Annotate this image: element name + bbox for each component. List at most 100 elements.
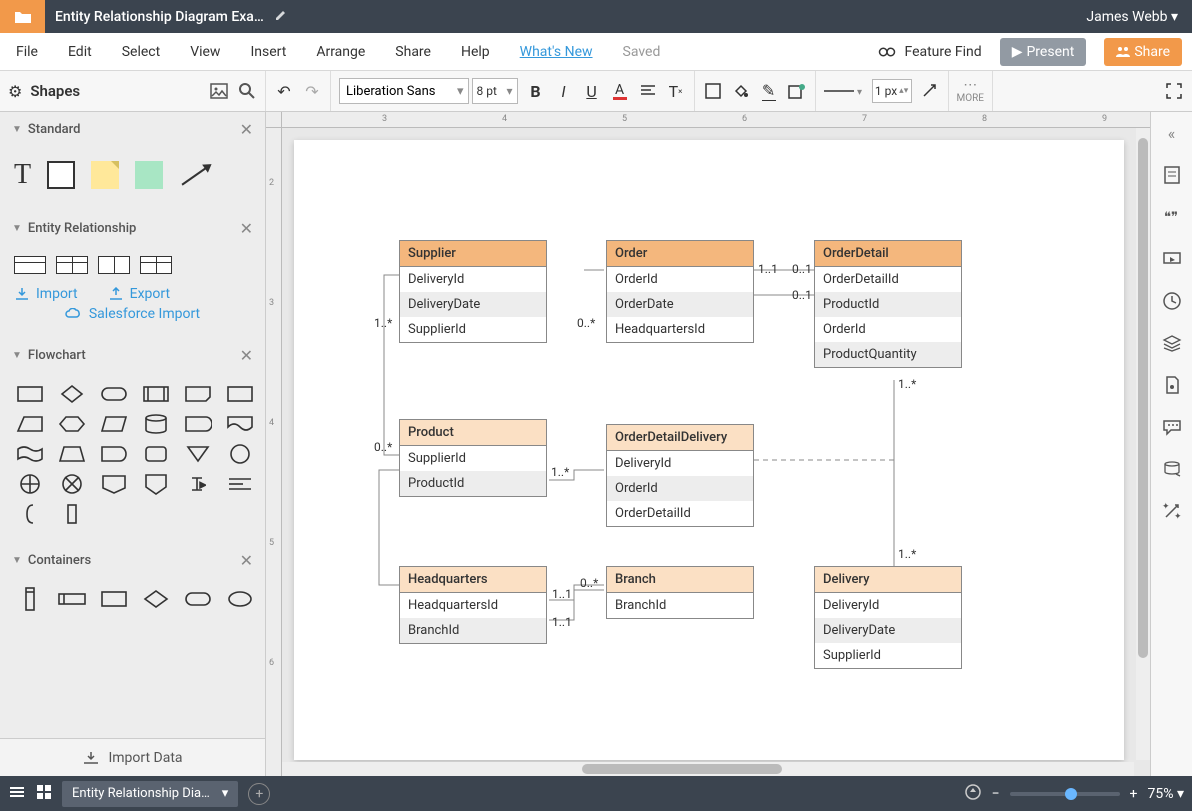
arrow-shape[interactable]: [182, 164, 211, 185]
fc-shape[interactable]: [14, 473, 46, 495]
container-shape[interactable]: [224, 588, 256, 610]
clear-format-icon[interactable]: T×: [666, 81, 686, 101]
category-standard[interactable]: ▼Standard✕: [0, 112, 265, 147]
menu-file[interactable]: File: [10, 40, 44, 64]
salesforce-import-link[interactable]: Salesforce Import: [65, 306, 200, 322]
zoom-in-button[interactable]: +: [1130, 786, 1138, 802]
entity-delivery[interactable]: Delivery DeliveryId DeliveryDate Supplie…: [814, 566, 962, 669]
fc-shape[interactable]: [140, 443, 172, 465]
underline-icon[interactable]: U: [582, 81, 602, 101]
text-shape[interactable]: T: [14, 159, 31, 191]
italic-icon[interactable]: I: [554, 81, 574, 101]
text-color-icon[interactable]: A: [610, 81, 630, 101]
present-button[interactable]: ▶ Present: [1000, 38, 1087, 66]
image-icon[interactable]: [209, 81, 229, 101]
more-button[interactable]: ⋯MORE: [957, 78, 984, 104]
menu-share[interactable]: Share: [389, 40, 437, 64]
notes-icon[interactable]: [1161, 164, 1183, 186]
collapse-icon[interactable]: «: [1161, 122, 1183, 144]
fc-shape[interactable]: [98, 383, 130, 405]
container-shape[interactable]: [14, 588, 46, 610]
fc-shape[interactable]: [98, 473, 130, 495]
menu-help[interactable]: Help: [455, 40, 496, 64]
container-shape[interactable]: [140, 588, 172, 610]
search-icon[interactable]: [237, 81, 257, 101]
menu-arrange[interactable]: Arrange: [310, 40, 371, 64]
data-icon[interactable]: [1161, 458, 1183, 480]
fc-shape[interactable]: [56, 413, 88, 435]
bold-icon[interactable]: B: [526, 81, 546, 101]
page-tab[interactable]: Entity Relationship Dia…▾: [62, 781, 238, 807]
gear-icon[interactable]: ⚙: [8, 82, 22, 101]
fc-shape[interactable]: [56, 383, 88, 405]
fc-shape[interactable]: [98, 443, 130, 465]
share-button[interactable]: Share: [1104, 38, 1182, 66]
autosave-icon[interactable]: [964, 783, 982, 805]
menu-edit[interactable]: Edit: [62, 40, 98, 64]
zoom-level[interactable]: 75% ▾: [1148, 786, 1185, 802]
export-link[interactable]: Export: [108, 286, 170, 302]
menu-whatsnew[interactable]: What's New: [514, 40, 599, 64]
page-icon[interactable]: [1161, 374, 1183, 396]
entity-product[interactable]: Product SupplierId ProductId: [399, 419, 547, 497]
fc-shape[interactable]: [14, 413, 46, 435]
close-icon[interactable]: ✕: [240, 219, 253, 238]
category-entity-relationship[interactable]: ▼Entity Relationship✕: [0, 211, 265, 246]
er-shape-2[interactable]: [56, 256, 88, 274]
rectangle-shape[interactable]: [47, 161, 75, 189]
fc-shape[interactable]: [140, 473, 172, 495]
close-icon[interactable]: ✕: [240, 346, 253, 365]
entity-orderdetail[interactable]: OrderDetail OrderDetailId ProductId Orde…: [814, 240, 962, 368]
er-shape-4[interactable]: [140, 256, 172, 274]
entity-order[interactable]: Order OrderId OrderDate HeadquartersId: [606, 240, 754, 343]
add-page-button[interactable]: +: [248, 783, 270, 805]
presentation-icon[interactable]: [1161, 248, 1183, 270]
folder-icon[interactable]: [0, 0, 45, 33]
chat-icon[interactable]: [1161, 416, 1183, 438]
fc-shape[interactable]: [56, 443, 88, 465]
entity-orderdetaildelivery[interactable]: OrderDetailDelivery DeliveryId OrderId O…: [606, 424, 754, 527]
menu-insert[interactable]: Insert: [244, 40, 292, 64]
feature-find[interactable]: Feature Find: [878, 44, 981, 60]
fc-shape[interactable]: [224, 443, 256, 465]
grid-view-icon[interactable]: [36, 784, 52, 804]
fill-icon[interactable]: [731, 81, 751, 101]
line-arrow-icon[interactable]: [920, 81, 940, 101]
container-shape[interactable]: [56, 588, 88, 610]
note-shape[interactable]: [91, 161, 119, 189]
font-size[interactable]: 8 pt▾: [472, 78, 518, 104]
fc-shape[interactable]: [14, 443, 46, 465]
font-select[interactable]: [339, 78, 469, 104]
undo-icon[interactable]: ↶: [274, 81, 294, 101]
container-shape[interactable]: [98, 588, 130, 610]
entity-supplier[interactable]: Supplier DeliveryId DeliveryDate Supplie…: [399, 240, 547, 343]
menu-view[interactable]: View: [184, 40, 226, 64]
comment-icon[interactable]: ❝❞: [1161, 206, 1183, 228]
category-flowchart[interactable]: ▼Flowchart✕: [0, 338, 265, 373]
fc-shape[interactable]: ▸: [182, 473, 214, 495]
fc-shape[interactable]: [182, 443, 214, 465]
fc-shape[interactable]: [182, 383, 214, 405]
er-shape-3[interactable]: [98, 256, 130, 274]
fc-shape[interactable]: [14, 383, 46, 405]
user-menu[interactable]: James Webb ▾: [1072, 9, 1192, 25]
align-icon[interactable]: [638, 81, 658, 101]
canvas-area[interactable]: 3 4 5 6 7 8 9 2 3 4 5 6: [266, 112, 1150, 776]
line-width[interactable]: 1 px▴▾: [872, 79, 912, 103]
fc-shape[interactable]: [182, 413, 214, 435]
container-shape[interactable]: [182, 588, 214, 610]
redo-icon[interactable]: ↷: [302, 81, 322, 101]
menu-select[interactable]: Select: [116, 40, 166, 64]
scrollbar-vertical[interactable]: [1136, 128, 1150, 760]
fc-shape[interactable]: [14, 503, 46, 525]
fc-shape[interactable]: [140, 383, 172, 405]
category-containers[interactable]: ▼Containers✕: [0, 543, 265, 578]
line-style-icon[interactable]: ▾: [824, 81, 864, 101]
fc-shape[interactable]: [56, 503, 88, 525]
fc-shape[interactable]: [224, 473, 256, 495]
shape-options-icon[interactable]: [787, 81, 807, 101]
rename-icon[interactable]: [274, 8, 288, 26]
fc-shape[interactable]: [56, 473, 88, 495]
fc-shape[interactable]: [98, 413, 130, 435]
fill-shape[interactable]: [135, 161, 163, 189]
